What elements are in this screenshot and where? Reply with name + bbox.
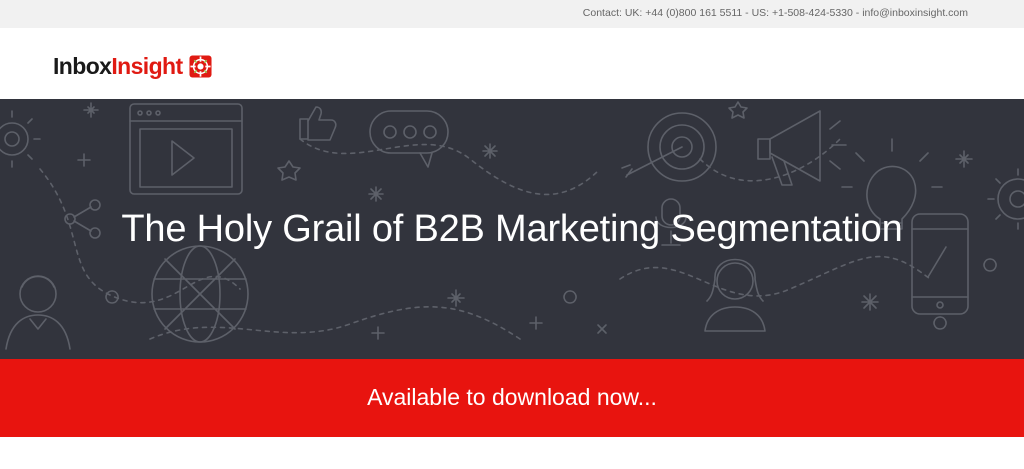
site-header: Inbox Insight — [0, 28, 1024, 99]
person-icon — [5, 275, 71, 350]
gear-icon — [0, 110, 41, 168]
video-player-icon — [129, 103, 243, 195]
crosshair-logo-icon — [189, 54, 212, 78]
page-title: The Holy Grail of B2B Marketing Segmenta… — [121, 208, 903, 250]
hero-banner: The Holy Grail of B2B Marketing Segmenta… — [0, 99, 1024, 359]
logo-text-inbox: Inbox — [53, 52, 112, 79]
logo-text-insight: Insight — [111, 52, 183, 79]
globe-icon — [151, 245, 249, 343]
target-icon — [621, 112, 717, 182]
person-icon — [704, 258, 766, 332]
download-banner[interactable]: Available to download now... — [0, 359, 1024, 437]
logo[interactable]: Inbox Insight — [53, 53, 212, 79]
contact-info: Contact: UK: +44 (0)800 161 5511 - US: +… — [582, 7, 968, 19]
chat-bubble-icon — [369, 110, 449, 168]
top-contact-bar: Contact: UK: +44 (0)800 161 5511 - US: +… — [0, 0, 1024, 28]
thumbs-up-icon — [299, 106, 337, 141]
download-banner-text: Available to download now... — [367, 384, 657, 410]
megaphone-icon — [757, 110, 847, 186]
